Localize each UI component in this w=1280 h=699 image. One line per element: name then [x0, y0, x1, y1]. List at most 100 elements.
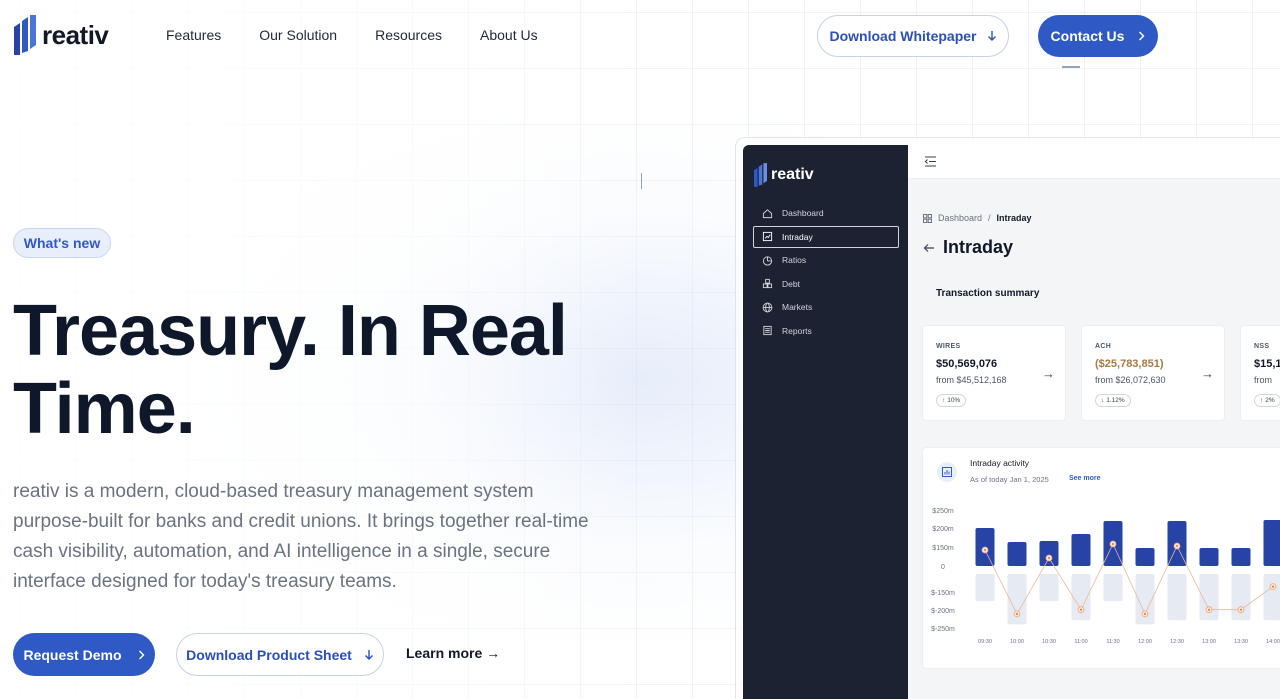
nav-link-our-solution[interactable]: Our Solution	[259, 27, 337, 43]
bar-negative	[1167, 574, 1187, 621]
app-sidebar-nav: Dashboard Intraday Ratios Debt Markets R…	[753, 202, 899, 343]
x-tick-label: 10:30	[1042, 639, 1056, 645]
grid-icon	[923, 213, 932, 223]
card-label: NSS	[1254, 343, 1270, 350]
bar-positive	[1071, 534, 1091, 566]
report-icon	[763, 325, 772, 336]
breadcrumb-separator: /	[988, 213, 991, 223]
sidebar-item-ratios[interactable]: Ratios	[753, 249, 899, 271]
sidebar-item-label: Reports	[782, 325, 812, 336]
arrow-right-icon[interactable]: →	[1201, 366, 1214, 381]
summary-card-nss[interactable]: NSS $15,1 from ↑ 2%	[1240, 325, 1280, 421]
app-sidebar: reativ Dashboard Intraday Ratios Debt Ma…	[743, 145, 908, 699]
trend-marker-dot	[1240, 608, 1242, 611]
contact-us-button[interactable]: Contact Us	[1038, 15, 1158, 57]
sidebar-item-dashboard[interactable]: Dashboard	[753, 202, 899, 224]
trend-marker-dot	[1208, 608, 1210, 611]
chevron-right-icon	[138, 650, 145, 659]
stack-icon	[762, 278, 773, 289]
card-label: WIRES	[936, 343, 961, 350]
hero-title-line2: Time.	[13, 369, 196, 449]
bar-positive	[1007, 542, 1027, 566]
arrow-right-icon[interactable]: →	[1042, 366, 1055, 381]
nav-link-resources[interactable]: Resources	[375, 27, 442, 43]
sidebar-item-reports[interactable]: Reports	[753, 320, 899, 342]
back-arrow-icon[interactable]	[923, 243, 935, 253]
logo-mark-icon	[754, 163, 767, 187]
hero-title: Treasury. In Real Time.	[13, 292, 633, 448]
menu-collapse-icon[interactable]	[924, 156, 937, 167]
bar-chart-icon	[937, 462, 957, 482]
download-product-sheet-label: Download Product Sheet	[186, 646, 352, 663]
arrow-up-icon: ↑	[1260, 397, 1264, 404]
request-demo-label: Request Demo	[23, 646, 122, 663]
home-icon	[762, 208, 773, 218]
breadcrumb-root[interactable]: Dashboard	[938, 213, 982, 223]
bar-negative	[1103, 574, 1123, 602]
app-brand-logo[interactable]: reativ	[754, 163, 814, 187]
y-tick-label: $-200m	[931, 608, 955, 615]
card-label: ACH	[1095, 343, 1112, 350]
request-demo-button[interactable]: Request Demo	[13, 633, 155, 676]
chart-icon	[762, 231, 773, 242]
trend-marker-dot	[1144, 612, 1146, 615]
breadcrumb: Dashboard / Intraday	[923, 213, 1032, 223]
hero-title-line1: Treasury. In Real	[13, 291, 568, 371]
bar-negative	[1263, 574, 1280, 621]
card-value: $50,569,076	[936, 358, 998, 370]
x-tick-label: 09:30	[978, 639, 992, 645]
hero-description: reativ is a modern, cloud-based treasury…	[13, 481, 589, 592]
app-main: Dashboard / Intraday Intraday Transactio…	[908, 145, 1280, 699]
change-value: 1.12%	[1106, 397, 1125, 404]
trend-marker-dot	[1016, 612, 1018, 615]
nav-link-features[interactable]: Features	[166, 27, 221, 43]
x-tick-label: 14:00	[1266, 639, 1280, 645]
trend-marker-dot	[1080, 608, 1082, 611]
summary-card-wires[interactable]: WIRES $50,569,076 from $45,512,168 ↑ 10%…	[922, 325, 1066, 421]
sidebar-item-debt[interactable]: Debt	[753, 273, 899, 295]
bar-positive	[1231, 548, 1251, 566]
sidebar-item-intraday[interactable]: Intraday	[753, 225, 899, 248]
download-whitepaper-label: Download Whitepaper	[829, 28, 977, 44]
decorative-tick	[641, 173, 642, 189]
app-mockup: reativ Dashboard Intraday Ratios Debt Ma…	[743, 145, 1280, 699]
change-badge: ↑ 10%	[936, 394, 967, 407]
y-tick-label: $250m	[932, 508, 954, 515]
y-tick-label: $200m	[932, 526, 954, 533]
card-from: from $45,512,168	[936, 375, 1007, 385]
download-product-sheet-button[interactable]: Download Product Sheet	[176, 633, 384, 676]
brand-logo[interactable]: reativ	[14, 15, 109, 55]
sidebar-item-label: Dashboard	[782, 208, 824, 218]
download-whitepaper-button[interactable]: Download Whitepaper	[817, 15, 1009, 57]
change-value: 10%	[947, 397, 961, 404]
whats-new-badge[interactable]: What's new	[13, 228, 111, 258]
bar-positive	[1199, 548, 1219, 566]
trend-marker-dot	[1272, 585, 1274, 588]
bar-positive	[1263, 520, 1280, 566]
see-more-link[interactable]: See more	[1069, 475, 1101, 482]
y-tick-label: 0	[941, 564, 945, 571]
top-nav: reativ Features Our Solution Resources A…	[0, 0, 1280, 72]
sidebar-item-markets[interactable]: Markets	[753, 296, 899, 318]
activity-title: Intraday activity	[970, 458, 1030, 468]
bar-negative	[1231, 574, 1251, 621]
nav-links: Features Our Solution Resources About Us	[166, 27, 538, 43]
change-badge: ↑ 2%	[1254, 394, 1280, 407]
intraday-activity-chart: $250m $200m $150m 0 $-150m $-200m $-250m 09:30 1…	[931, 508, 1280, 645]
card-from: from $26,072,630	[1095, 375, 1166, 385]
nav-link-about-us[interactable]: About Us	[480, 27, 538, 43]
page-header: Intraday	[923, 237, 1013, 258]
bar-negative	[1039, 574, 1059, 602]
activity-subtitle: As of today Jan 1, 2025	[970, 475, 1049, 484]
card-value: $15,1	[1254, 358, 1280, 370]
x-tick-label: 11:30	[1106, 639, 1119, 645]
y-tick-label: $-250m	[931, 626, 955, 633]
intraday-activity-panel: Intraday activity As of today Jan 1, 202…	[922, 447, 1280, 669]
learn-more-link[interactable]: Learn more →	[406, 645, 500, 661]
trend-marker-dot	[1176, 545, 1178, 547]
trend-marker-dot	[984, 549, 986, 551]
brand-name: reativ	[42, 19, 109, 50]
logo-mark-icon	[14, 15, 36, 55]
sidebar-item-label: Markets	[782, 302, 813, 312]
summary-card-ach[interactable]: ACH ($25,783,851) from $26,072,630 ↓ 1.1…	[1081, 325, 1225, 421]
